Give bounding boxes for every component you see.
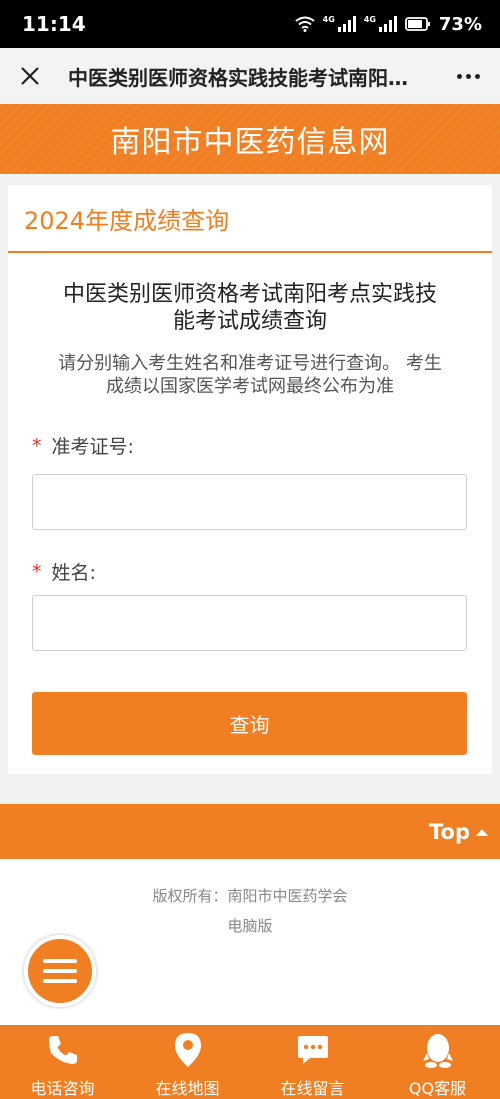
wifi-icon bbox=[295, 16, 315, 32]
name-input[interactable] bbox=[32, 595, 467, 651]
back-to-top-button[interactable]: Top bbox=[429, 804, 488, 859]
desktop-version-link[interactable]: 电脑版 bbox=[0, 915, 500, 936]
form-title: 中医类别医师资格考试南阳考点实践技 能考试成绩查询 bbox=[8, 281, 492, 335]
name-label: * 姓名: bbox=[32, 558, 492, 585]
back-to-top-label: Top bbox=[429, 819, 470, 844]
form-title-line: 能考试成绩查询 bbox=[172, 309, 327, 334]
battery-icon bbox=[405, 17, 430, 31]
more-dot-icon bbox=[456, 73, 462, 79]
ticket-number-label-text: 准考证号: bbox=[51, 436, 134, 458]
caret-up-icon bbox=[476, 828, 488, 836]
copyright-text: 版权所有：南阳市中医药学会 bbox=[152, 887, 348, 905]
more-dot-icon bbox=[474, 73, 480, 79]
bottom-nav-qq[interactable]: QQ客服 bbox=[375, 1025, 500, 1099]
site-name[interactable]: 南阳市中医药信息网 bbox=[111, 117, 390, 161]
menu-icon bbox=[43, 959, 77, 963]
back-to-top-bar: Top bbox=[0, 804, 500, 859]
form-description-line: 请分别输入考生姓名和准考证号进行查询。 考生 bbox=[58, 353, 442, 374]
bottom-nav: 电话咨询 在线地图 在线留言 QQ客服 bbox=[0, 1025, 500, 1099]
signal-icon: 4G bbox=[323, 16, 356, 32]
bottom-nav-label: 电话咨询 bbox=[30, 1079, 95, 1098]
form-description: 请分别输入考生姓名和准考证号进行查询。 考生 成绩以国家医学考试网最终公布为准 bbox=[8, 352, 492, 398]
phone-icon bbox=[48, 1036, 77, 1064]
ticket-number-label: * 准考证号: bbox=[32, 432, 492, 459]
form-description-line: 成绩以国家医学考试网最终公布为准 bbox=[106, 376, 394, 397]
page-title: 中医类别医师资格实践技能考试南阳… bbox=[68, 65, 408, 90]
query-button[interactable]: 查询 bbox=[32, 692, 467, 755]
menu-icon bbox=[43, 979, 77, 983]
bottom-nav-label: 在线留言 bbox=[280, 1079, 345, 1098]
map-pin-icon bbox=[174, 1033, 201, 1067]
status-time: 11:14 bbox=[22, 12, 86, 36]
bottom-nav-label: 在线地图 bbox=[155, 1079, 220, 1098]
close-button[interactable] bbox=[0, 48, 60, 104]
bottom-nav-message[interactable]: 在线留言 bbox=[250, 1025, 375, 1099]
status-icons: 4G 4G 73% bbox=[295, 14, 482, 35]
menu-button[interactable] bbox=[24, 935, 96, 1007]
bottom-nav-label: QQ客服 bbox=[408, 1079, 467, 1098]
more-dot-icon bbox=[465, 73, 471, 79]
site-header: 南阳市中医药信息网 bbox=[0, 104, 500, 174]
bottom-nav-phone[interactable]: 电话咨询 bbox=[0, 1025, 125, 1099]
qq-icon bbox=[422, 1034, 453, 1068]
name-label-text: 姓名: bbox=[51, 562, 96, 584]
close-icon bbox=[21, 67, 39, 85]
message-icon bbox=[297, 1036, 328, 1064]
signal-icon-2: 4G bbox=[364, 16, 397, 32]
menu-icon bbox=[43, 969, 77, 973]
required-mark: * bbox=[32, 434, 42, 457]
card-heading: 2024年度成绩查询 bbox=[24, 206, 230, 235]
required-mark: * bbox=[32, 560, 42, 583]
card-header: 2024年度成绩查询 bbox=[8, 185, 492, 253]
status-bar: 11:14 4G 4G 73% bbox=[0, 0, 500, 48]
form-title-line: 中医类别医师资格考试南阳考点实践技 bbox=[62, 282, 437, 307]
browser-nav-bar: 中医类别医师资格实践技能考试南阳… bbox=[0, 48, 500, 104]
ticket-number-input[interactable] bbox=[32, 474, 467, 530]
query-card: 2024年度成绩查询 中医类别医师资格考试南阳考点实践技 能考试成绩查询 请分别… bbox=[8, 185, 492, 774]
more-options-button[interactable] bbox=[436, 48, 500, 104]
bottom-nav-map[interactable]: 在线地图 bbox=[125, 1025, 250, 1099]
battery-level: 73% bbox=[438, 13, 482, 35]
